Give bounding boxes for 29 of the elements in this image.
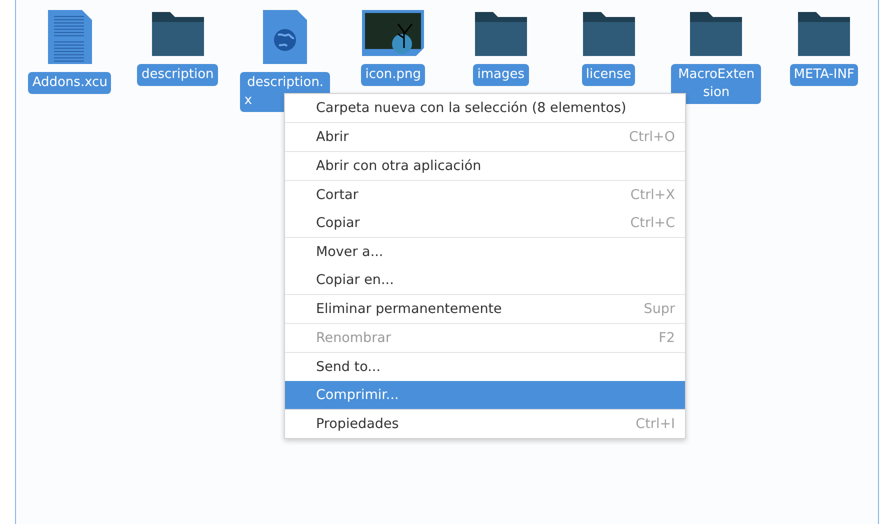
menu-item-label: Propiedades — [316, 416, 399, 432]
menu-item[interactable]: Send to... — [285, 353, 685, 381]
image-file-icon — [360, 8, 426, 58]
globe-document-icon — [261, 8, 310, 66]
menu-item-label: Abrir con otra aplicación — [316, 158, 482, 174]
menu-item[interactable]: Mover a... — [285, 238, 685, 266]
menu-item-label: Send to... — [316, 359, 380, 375]
menu-item[interactable]: Abrir con otra aplicación — [285, 152, 685, 180]
shortcut-label: Ctrl+I — [636, 416, 675, 432]
menu-item[interactable]: Cortar Ctrl+X — [285, 181, 685, 209]
menu-item[interactable]: Propiedades Ctrl+I — [285, 410, 685, 438]
menu-item-label: Mover a... — [316, 244, 384, 260]
menu-item-label: Eliminar permanentemente — [316, 301, 502, 317]
menu-item[interactable]: Eliminar permanentemente Supr — [285, 295, 685, 323]
shortcut-label: Ctrl+X — [630, 187, 675, 203]
shortcut-label: F2 — [658, 330, 675, 346]
shortcut-label: Ctrl+C — [630, 215, 675, 231]
menu-item-label: Copiar — [316, 215, 360, 231]
menu-item-label: Copiar en... — [316, 272, 394, 288]
text-document-icon — [46, 8, 94, 66]
menu-item[interactable]: Copiar en... — [285, 266, 685, 294]
menu-item-label: Abrir — [316, 129, 349, 145]
shortcut-label: Ctrl+O — [629, 129, 675, 145]
menu-item-label: Cortar — [316, 187, 358, 203]
shortcut-label: Supr — [644, 301, 675, 317]
menu-item[interactable]: Copiar Ctrl+C — [285, 209, 685, 237]
menu-item-label: Renombrar — [316, 330, 391, 346]
menu-item[interactable]: Abrir Ctrl+O — [285, 123, 685, 151]
menu-item-label: Comprimir... — [316, 387, 399, 403]
